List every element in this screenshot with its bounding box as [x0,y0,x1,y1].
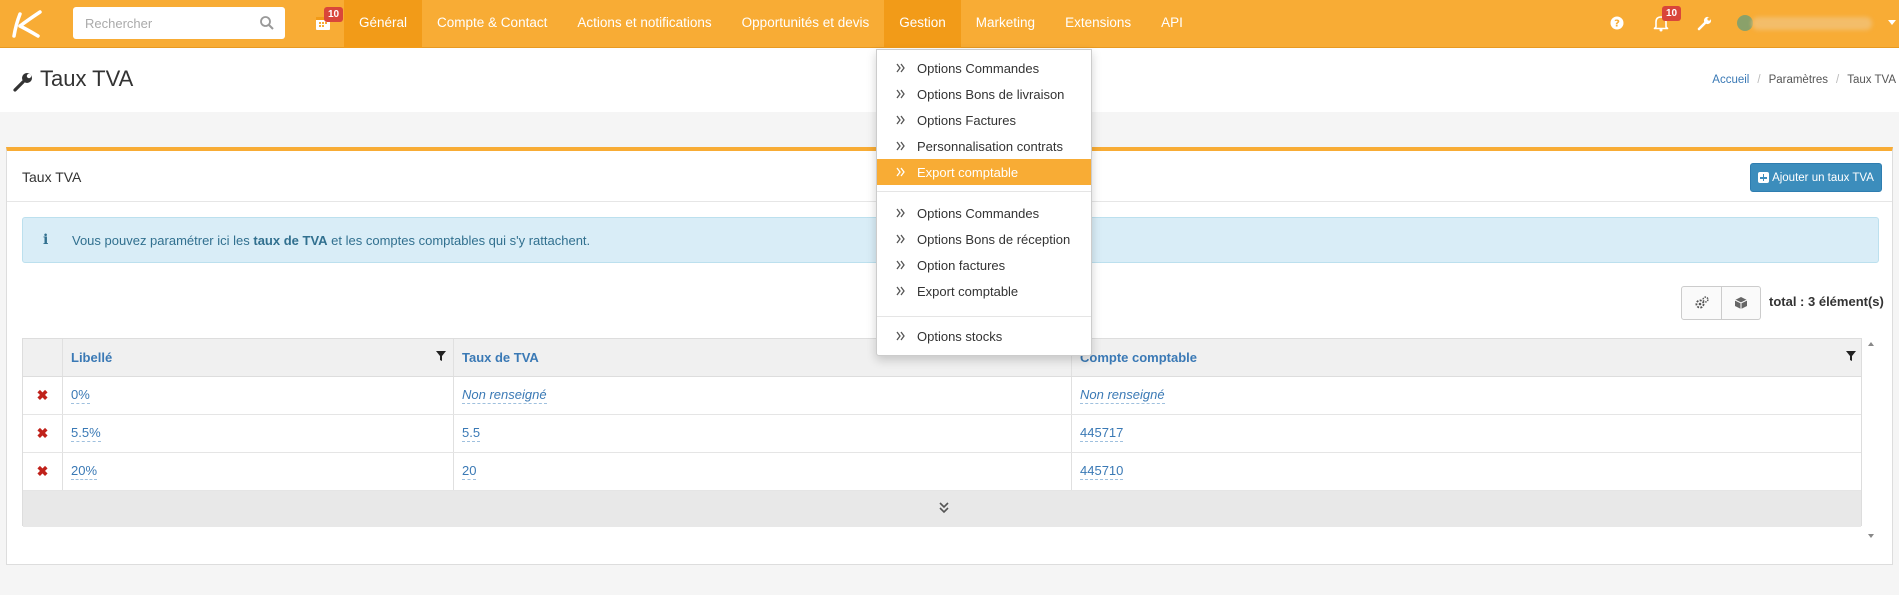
cell-libelle[interactable]: 20% [71,463,98,480]
nav-extensions[interactable]: Extensions [1050,0,1146,48]
menu-options-factures[interactable]: Options Factures [877,107,1091,133]
wrench-icon[interactable] [1695,13,1715,33]
search-icon[interactable] [259,15,275,31]
double-chevron-right-icon [896,331,905,341]
double-chevron-down-icon[interactable] [938,501,950,515]
delete-icon[interactable]: ✖ [37,387,49,404]
col-header-compte[interactable]: Compte comptable [1072,339,1863,376]
cell-taux[interactable]: Non renseigné [462,387,547,404]
menu-options-stocks[interactable]: Options stocks [877,323,1091,349]
menu-personnalisation-contrats[interactable]: Personnalisation contrats [877,133,1091,159]
table-row: ✖ 20% 20 445710 [23,453,1861,491]
search-input[interactable] [73,7,248,39]
cell-compte[interactable]: Non renseigné [1080,387,1165,404]
table-footer [23,491,1861,527]
cell-libelle[interactable]: 5.5% [71,425,101,442]
cube-icon [1734,297,1748,309]
double-chevron-right-icon [896,167,905,177]
app-logo[interactable] [6,6,46,40]
tva-table: Libellé Taux de TVA Compte comptable ✖ 0… [22,338,1863,527]
cell-compte[interactable]: 445717 [1080,425,1124,442]
cell-taux[interactable]: 20 [462,463,477,480]
panel-title: Taux TVA [22,169,82,185]
header-actions [23,339,63,376]
double-chevron-right-icon [896,63,905,73]
user-avatar[interactable] [1737,15,1753,31]
breadcrumb-current: Taux TVA [1847,74,1896,86]
filter-icon[interactable] [1845,350,1857,362]
add-tva-rate-label: Ajouter un taux TVA [1772,171,1874,184]
menu-export-comptable-achats[interactable]: Export comptable [877,278,1091,304]
wrench-icon [13,73,32,92]
breadcrumb-parametres: Paramètres [1768,74,1828,86]
double-chevron-right-icon [896,89,905,99]
calendar-badge: 10 [324,7,344,22]
main-nav: Général Compte & Contact Actions et noti… [344,0,1198,48]
settings-button[interactable] [1682,287,1721,319]
menu-option-factures[interactable]: Option factures [877,252,1091,278]
menu-options-commandes-achats[interactable]: Options Commandes [877,200,1091,226]
page-title: Taux TVA [40,66,134,91]
menu-options-bons-livraison[interactable]: Options Bons de livraison [877,81,1091,107]
cell-libelle[interactable]: 0% [71,387,90,404]
breadcrumb: Accueil / Paramètres / Taux TVA [1712,74,1896,86]
menu-options-commandes[interactable]: Options Commandes [877,55,1091,81]
menu-export-comptable-highlighted[interactable]: Export comptable [877,159,1091,185]
delete-row-button[interactable]: ✖ [23,415,63,452]
double-chevron-right-icon [896,260,905,270]
nav-api[interactable]: API [1146,0,1198,48]
info-text: Vous pouvez paramétrer ici les taux de T… [72,233,591,248]
top-navbar: 10 Général Compte & Contact Actions et n… [0,0,1899,48]
user-name-blurred[interactable] [1752,17,1872,30]
nav-actions-notifications[interactable]: Actions et notifications [562,0,726,48]
breadcrumb-accueil[interactable]: Accueil [1712,74,1749,86]
export-button[interactable] [1721,287,1760,319]
filter-icon[interactable] [435,350,447,362]
double-chevron-right-icon [896,115,905,125]
table-scrollbar[interactable] [1864,338,1878,542]
delete-row-button[interactable]: ✖ [23,377,63,414]
menu-divider [877,191,1091,192]
cell-compte[interactable]: 445710 [1080,463,1124,480]
nav-general[interactable]: Général [344,0,423,48]
notifications-badge: 10 [1662,6,1682,21]
plus-square-icon [1758,172,1770,183]
cogs-icon [1695,296,1709,309]
cell-taux[interactable]: 5.5 [462,425,481,442]
delete-icon[interactable]: ✖ [37,425,49,442]
table-row: ✖ 0% Non renseigné Non renseigné [23,377,1861,415]
help-icon[interactable]: ? [1607,13,1627,33]
svg-text:?: ? [1614,19,1620,30]
nav-opportunites-devis[interactable]: Opportunités et devis [727,0,885,48]
search-box [73,7,285,39]
delete-row-button[interactable]: ✖ [23,453,63,490]
delete-icon[interactable]: ✖ [37,463,49,480]
table-tools [1681,286,1761,320]
double-chevron-right-icon [896,234,905,244]
user-menu-caret-icon[interactable] [1888,20,1896,25]
table-row: ✖ 5.5% 5.5 445717 [23,415,1861,453]
col-header-libelle[interactable]: Libellé [63,339,454,376]
nav-marketing[interactable]: Marketing [961,0,1050,48]
nav-gestion[interactable]: Gestion [884,0,961,48]
menu-options-bons-reception[interactable]: Options Bons de réception [877,226,1091,252]
menu-divider [877,316,1091,317]
add-tva-rate-button[interactable]: Ajouter un taux TVA [1750,163,1882,192]
double-chevron-right-icon [896,141,905,151]
double-chevron-right-icon [896,208,905,218]
double-chevron-right-icon [896,286,905,296]
info-icon: i [43,232,49,248]
nav-compte-contact[interactable]: Compte & Contact [422,0,562,48]
total-count: total : 3 élément(s) [1769,294,1884,309]
gestion-dropdown-menu: Options Commandes Options Bons de livrai… [876,49,1092,356]
